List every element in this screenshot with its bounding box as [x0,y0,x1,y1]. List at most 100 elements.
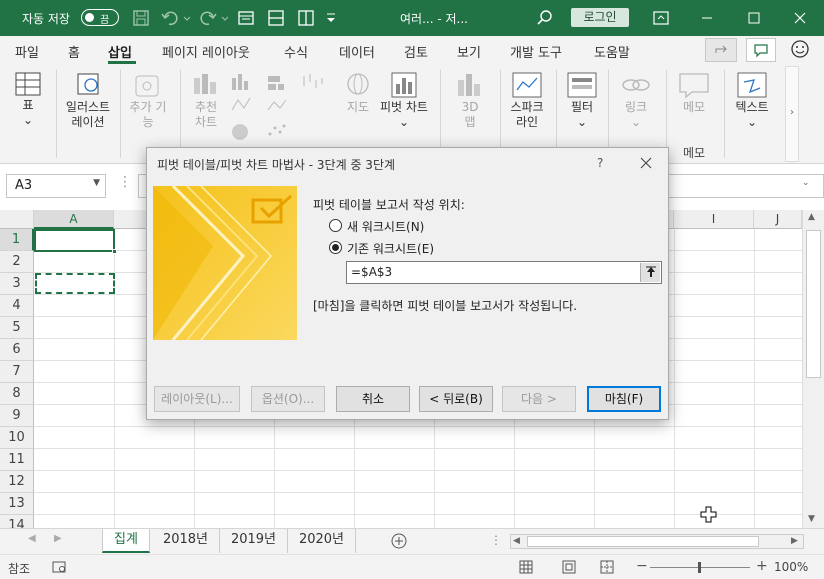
column-header-j[interactable]: J [754,210,802,229]
tab-developer[interactable]: 개발 도구 [510,42,562,61]
fill-handle[interactable] [112,249,117,254]
h-scrollbar-thumb[interactable] [527,536,759,547]
scrollbar-thumb[interactable] [806,230,821,378]
recommended-charts-button[interactable]: 추천 차트 [184,70,228,130]
scroll-up-icon[interactable]: ▲ [808,212,815,222]
row-header[interactable]: 6 [0,339,34,361]
scroll-down-icon[interactable]: ▼ [808,514,815,524]
redo-icon[interactable] [198,8,218,28]
table-button[interactable]: 표 ⌄ [10,70,46,128]
ribbon-scroll-button[interactable]: › [785,66,799,162]
smiley-icon[interactable] [790,39,810,59]
radio-existing-worksheet[interactable] [329,241,342,254]
row-header[interactable]: 7 [0,361,34,383]
3d-map-button[interactable]: 3D 맵 [448,70,492,130]
share-button[interactable] [705,38,737,62]
row-header[interactable]: 4 [0,295,34,317]
macro-record-icon[interactable] [52,560,66,574]
row-header[interactable]: 5 [0,317,34,339]
row-header[interactable]: 10 [0,427,34,449]
login-button[interactable]: 로그인 [571,8,629,27]
tab-split-icon[interactable]: ⋮ [490,533,502,547]
sheet-tab-2018[interactable]: 2018년 [152,529,220,553]
row-header[interactable]: 2 [0,251,34,273]
tab-home[interactable]: 홈 [68,42,80,61]
horizontal-scrollbar[interactable]: ◀ ▶ [510,534,804,549]
select-all-corner[interactable] [0,210,34,229]
tab-file[interactable]: 파일 [15,42,39,61]
row-header[interactable]: 1 [0,229,34,251]
tab-data[interactable]: 데이터 [339,42,375,61]
text-button[interactable]: 텍스트 ⌄ [728,70,776,130]
formula-more-icon[interactable]: ⋮ [118,174,138,198]
comment-button[interactable]: 메모 [670,70,718,115]
layout-button[interactable]: 레이아웃(L)... [154,386,240,412]
page-break-view-icon[interactable] [600,560,614,574]
undo-icon[interactable] [160,8,180,28]
form-icon[interactable] [236,8,256,28]
sparklines-button[interactable]: 스파크 라인 [504,70,550,130]
redo-dropdown-icon[interactable] [220,8,230,28]
zoom-out-icon[interactable]: − [636,558,648,574]
name-box[interactable]: A3 ▼ [6,174,106,198]
prev-sheet-icon[interactable]: ◀ [28,533,36,544]
tab-insert[interactable]: 삽입 [108,42,132,61]
collapse-dialog-icon[interactable] [640,263,660,282]
row-header[interactable]: 3 [0,273,34,295]
normal-view-icon[interactable] [519,560,533,574]
autosave-toggle[interactable]: 끔 [81,9,119,26]
row-header[interactable]: 8 [0,383,34,405]
zoom-slider-thumb[interactable] [698,562,701,573]
option-existing-label[interactable]: 기존 워크시트(E) [347,240,434,257]
tab-page-layout[interactable]: 페이지 레이아웃 [162,42,250,61]
tab-view[interactable]: 보기 [457,42,481,61]
radio-new-worksheet[interactable] [329,219,342,232]
row-header[interactable]: 11 [0,449,34,471]
tab-help[interactable]: 도움말 [594,42,630,61]
finish-button[interactable]: 마침(F) [587,386,661,412]
sheet-tab-2020[interactable]: 2020년 [288,529,356,553]
zoom-level[interactable]: 100% [774,560,808,574]
tab-formulas[interactable]: 수식 [284,42,308,61]
expand-formula-icon[interactable]: ⌄ [802,178,816,194]
row-header[interactable]: 12 [0,471,34,493]
scroll-left-icon[interactable]: ◀ [513,536,520,546]
sheet-tab-active[interactable]: 집계 [102,529,150,553]
comments-button[interactable] [746,38,776,62]
column-header-i[interactable]: I [674,210,754,229]
link-button[interactable]: 링크 ⌄ [612,70,660,130]
option-new-label[interactable]: 새 워크시트(N) [347,218,424,235]
close-icon[interactable] [637,154,655,172]
freeze-panes-icon[interactable] [266,8,286,28]
close-icon[interactable] [790,8,810,28]
row-header[interactable]: 9 [0,405,34,427]
undo-dropdown-icon[interactable] [182,8,192,28]
customize-qat-icon[interactable] [321,8,341,28]
help-button[interactable]: ? [597,156,603,170]
sheet-tab-2019[interactable]: 2019년 [220,529,288,553]
column-header-a[interactable]: A [34,210,114,229]
next-button[interactable]: 다음 > [502,386,576,412]
addins-button[interactable]: 추가 기 능 [124,70,172,130]
cancel-button[interactable]: 취소 [336,386,410,412]
tab-review[interactable]: 검토 [404,42,428,61]
page-layout-view-icon[interactable] [562,560,576,574]
filters-button[interactable]: 필터 ⌄ [560,70,604,130]
maximize-icon[interactable] [744,8,764,28]
next-sheet-icon[interactable]: ▶ [54,533,62,544]
ribbon-display-icon[interactable] [651,8,671,28]
search-icon[interactable] [535,8,555,28]
active-cell[interactable] [34,229,115,252]
add-sheet-icon[interactable] [390,532,408,550]
zoom-in-icon[interactable]: + [756,558,768,574]
row-header[interactable]: 13 [0,493,34,515]
illustrations-button[interactable]: 일러스트 레이션 [60,70,116,130]
options-button[interactable]: 옵션(O)... [251,386,325,412]
back-button[interactable]: < 뒤로(B) [419,386,493,412]
save-icon[interactable] [131,8,151,28]
vertical-scrollbar[interactable]: ▲ ▼ [802,210,824,528]
columns-icon[interactable] [296,8,316,28]
scroll-right-icon[interactable]: ▶ [791,536,798,546]
location-input[interactable]: =$A$3 [346,261,662,284]
pivot-chart-button[interactable]: 피벗 차트 ⌄ [376,70,432,130]
